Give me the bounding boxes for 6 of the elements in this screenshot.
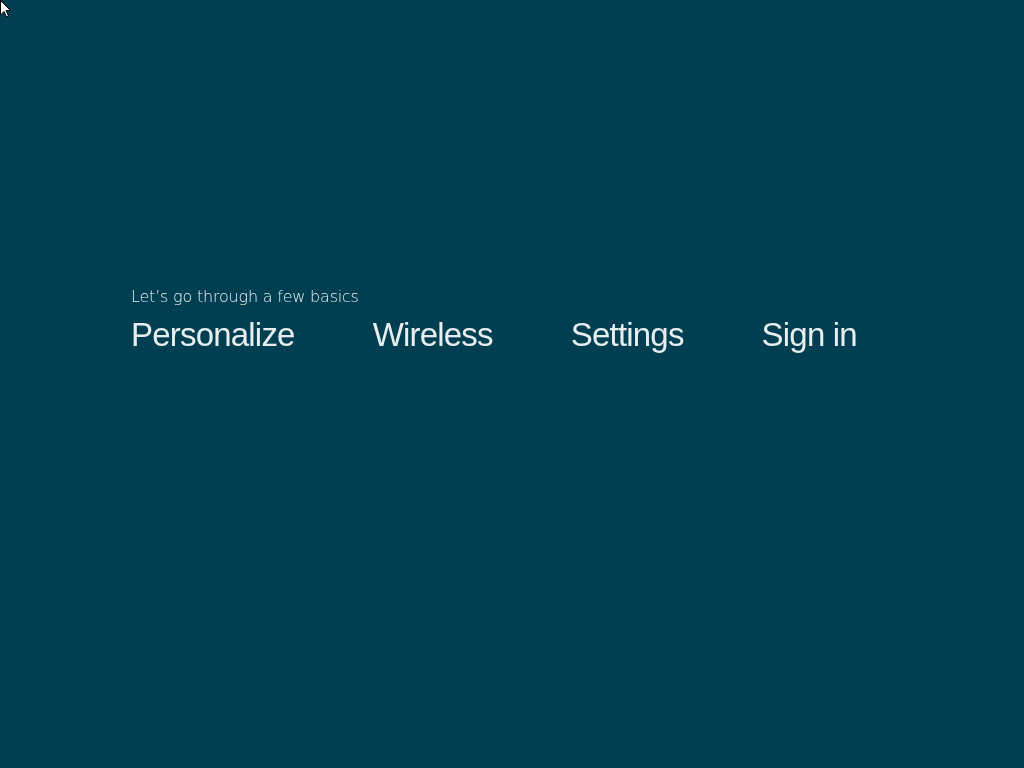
heading: Let’s go through a few basics bbox=[131, 287, 359, 306]
step-label: Settings bbox=[570, 316, 684, 354]
step-label: Sign in bbox=[761, 316, 857, 354]
step-label: Personalize bbox=[131, 316, 295, 354]
step-label: Wireless bbox=[372, 316, 493, 354]
cursor-icon bbox=[0, 0, 11, 18]
